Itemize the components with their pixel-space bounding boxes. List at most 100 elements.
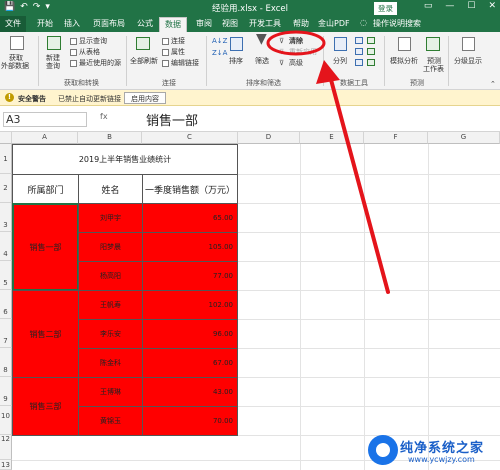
name-cell[interactable]: 刘甲宇 bbox=[78, 203, 143, 233]
security-warning-message: 已禁止自动更新链接 bbox=[58, 95, 121, 103]
column-header-e[interactable]: E bbox=[300, 132, 364, 144]
remove-duplicates-icon[interactable] bbox=[355, 48, 363, 55]
sort-icon bbox=[230, 37, 243, 51]
name-cell[interactable]: 杨高阳 bbox=[78, 261, 143, 291]
title-bar: 💾 ↶ ↷ ▾ 经验用.xlsx - Excel 登录 ▭ — ☐ ✕ bbox=[0, 0, 500, 16]
header-sales[interactable]: 一季度销售额（万元） bbox=[142, 174, 238, 204]
connections-button[interactable]: 连接 bbox=[171, 37, 185, 46]
sales-cell[interactable]: 65.00 bbox=[142, 203, 238, 233]
refresh-all-button[interactable]: 全部刷新 bbox=[130, 57, 158, 66]
sales-cell[interactable]: 96.00 bbox=[142, 319, 238, 349]
recent-sources-button[interactable]: 最近使用的源 bbox=[79, 59, 121, 68]
reapply-button[interactable]: 重新应用 bbox=[289, 48, 317, 57]
close-icon[interactable]: ✕ bbox=[488, 1, 496, 11]
row-header-3[interactable]: 3 bbox=[0, 203, 12, 232]
flash-fill-icon[interactable] bbox=[355, 37, 363, 44]
advanced-button[interactable]: 高级 bbox=[289, 59, 303, 68]
sales-cell[interactable]: 43.00 bbox=[142, 377, 238, 407]
sort-asc-icon[interactable]: A↓Z bbox=[212, 37, 227, 46]
row-header-9[interactable]: 9 bbox=[0, 377, 12, 406]
tab-developer[interactable]: 开发工具 bbox=[249, 18, 281, 29]
tab-page-layout[interactable]: 页面布局 bbox=[93, 18, 125, 29]
clear-button[interactable]: 清除 bbox=[289, 37, 303, 46]
row-header-5[interactable]: 5 bbox=[0, 261, 12, 290]
show-queries-button[interactable]: 显示查询 bbox=[79, 37, 107, 46]
name-box[interactable]: A3 bbox=[3, 112, 87, 127]
tab-review[interactable]: 审阅 bbox=[196, 18, 212, 29]
clear-filter-icon: ⊽ bbox=[279, 37, 285, 45]
get-external-label[interactable]: 外部数据 bbox=[1, 62, 29, 71]
tab-insert[interactable]: 插入 bbox=[64, 18, 80, 29]
tab-file[interactable]: 文件 bbox=[0, 16, 26, 32]
name-cell[interactable]: 陈金科 bbox=[78, 348, 143, 378]
minimize-icon[interactable]: — bbox=[445, 1, 454, 11]
enable-content-button[interactable]: 启用内容 bbox=[124, 92, 166, 104]
collapse-ribbon-icon[interactable]: ⌃ bbox=[490, 80, 496, 89]
column-header-g[interactable]: G bbox=[428, 132, 500, 144]
tab-tell-me[interactable]: 操作说明搜索 bbox=[373, 18, 421, 29]
outline-button[interactable]: 分级显示 bbox=[454, 57, 482, 66]
column-header-a[interactable]: A bbox=[12, 132, 78, 144]
properties-button[interactable]: 属性 bbox=[171, 48, 185, 57]
department-cell-2[interactable]: 销售二部 bbox=[12, 290, 79, 378]
column-header-f[interactable]: F bbox=[364, 132, 428, 144]
sales-cell[interactable]: 105.00 bbox=[142, 232, 238, 262]
header-name[interactable]: 姓名 bbox=[78, 174, 143, 204]
department-cell-3[interactable]: 销售三部 bbox=[12, 377, 79, 436]
row-header-8[interactable]: 8 bbox=[0, 348, 12, 377]
edit-links-button[interactable]: 编辑链接 bbox=[171, 59, 199, 68]
row-header-6[interactable]: 6 bbox=[0, 290, 12, 319]
sales-cell[interactable]: 77.00 bbox=[142, 261, 238, 291]
name-cell[interactable]: 黄锦玉 bbox=[78, 406, 143, 436]
row-header-1[interactable]: 1 bbox=[0, 144, 12, 174]
from-table-button[interactable]: 从表格 bbox=[79, 48, 100, 57]
tab-data[interactable]: 数据 bbox=[159, 17, 187, 32]
column-header-c[interactable]: C bbox=[142, 132, 238, 144]
sales-cell[interactable]: 67.00 bbox=[142, 348, 238, 378]
name-cell[interactable]: 李乐安 bbox=[78, 319, 143, 349]
row-header-7[interactable]: 7 bbox=[0, 319, 12, 348]
name-cell[interactable]: 阳梦晨 bbox=[78, 232, 143, 262]
name-cell[interactable]: 王博琳 bbox=[78, 377, 143, 407]
consolidate-icon[interactable] bbox=[367, 48, 375, 55]
table-title[interactable]: 2019上半年销售业绩统计 bbox=[12, 144, 238, 175]
tab-formulas[interactable]: 公式 bbox=[137, 18, 153, 29]
sales-cell[interactable]: 102.00 bbox=[142, 290, 238, 320]
formula-input[interactable]: 销售一部 bbox=[146, 110, 198, 129]
row-header-12[interactable]: 12 bbox=[0, 435, 12, 460]
new-query-label[interactable]: 查询 bbox=[46, 62, 60, 71]
column-header-b[interactable]: B bbox=[78, 132, 142, 144]
relationships-icon[interactable] bbox=[355, 59, 363, 66]
row-header-10[interactable]: 10 bbox=[0, 406, 12, 435]
lightbulb-icon[interactable]: ◌ bbox=[360, 18, 367, 27]
tab-view[interactable]: 视图 bbox=[222, 18, 238, 29]
divider bbox=[323, 36, 324, 86]
filter-button[interactable]: 筛选 bbox=[255, 57, 269, 66]
data-model-icon[interactable] bbox=[367, 59, 375, 66]
data-validation-icon[interactable] bbox=[367, 37, 375, 44]
gridline bbox=[364, 144, 365, 470]
text-to-columns-button[interactable]: 分列 bbox=[333, 57, 347, 66]
tab-kingsoft-pdf[interactable]: 金山PDF bbox=[318, 18, 350, 29]
ribbon-display-icon[interactable]: ▭ bbox=[424, 1, 433, 11]
sort-desc-icon[interactable]: Z↓A bbox=[212, 49, 227, 58]
fx-icon[interactable]: fx bbox=[100, 112, 108, 121]
login-button[interactable]: 登录 bbox=[374, 2, 397, 15]
sort-button[interactable]: 排序 bbox=[229, 57, 243, 66]
what-if-button[interactable]: 模拟分析 bbox=[390, 57, 418, 66]
group-forecast: 预测 bbox=[410, 79, 424, 87]
row-header-2[interactable]: 2 bbox=[0, 174, 12, 203]
tab-help[interactable]: 帮助 bbox=[293, 18, 309, 29]
maximize-icon[interactable]: ☐ bbox=[467, 1, 475, 11]
row-header-13[interactable]: 13 bbox=[0, 460, 12, 470]
department-cell-1[interactable]: 销售一部 bbox=[12, 203, 79, 291]
forecast-sheet-label[interactable]: 工作表 bbox=[423, 65, 444, 74]
watermark-logo-icon bbox=[368, 435, 398, 465]
column-header-d[interactable]: D bbox=[238, 132, 300, 144]
header-department[interactable]: 所属部门 bbox=[12, 174, 79, 204]
select-all-corner[interactable] bbox=[0, 132, 12, 144]
row-header-4[interactable]: 4 bbox=[0, 232, 12, 261]
name-cell[interactable]: 王帆寿 bbox=[78, 290, 143, 320]
tab-home[interactable]: 开始 bbox=[37, 18, 53, 29]
sales-cell[interactable]: 70.00 bbox=[142, 406, 238, 436]
